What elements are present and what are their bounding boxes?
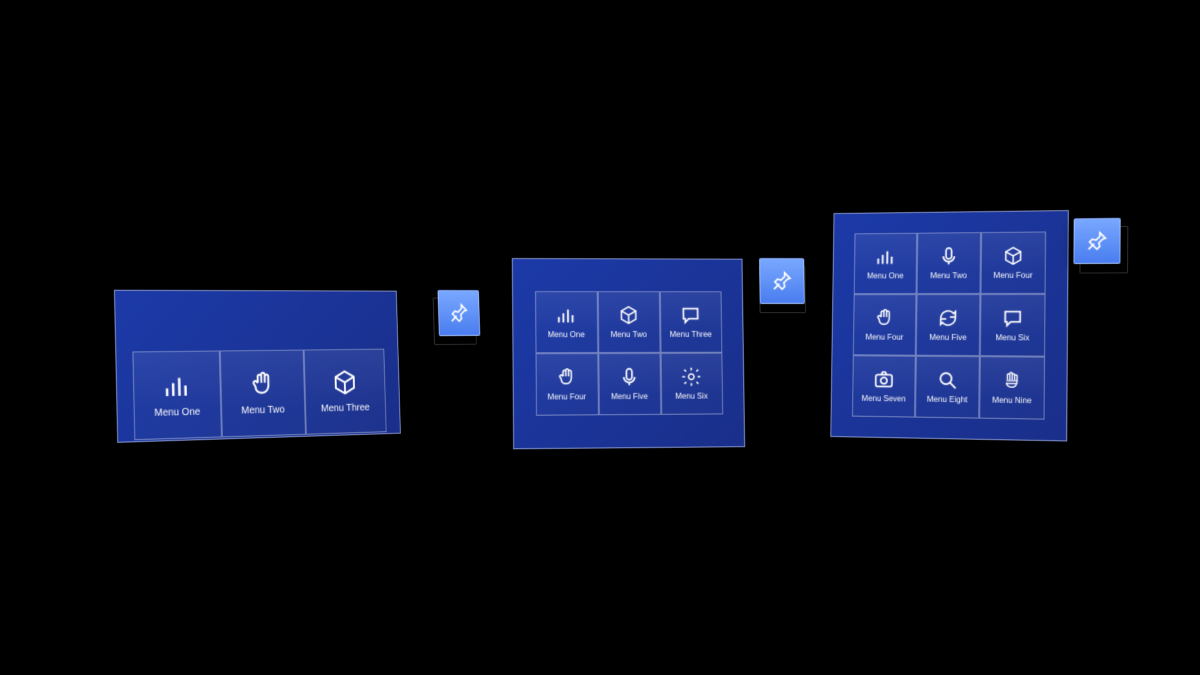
menu-panel-3: Menu One Menu Two Menu Four Menu Four Me… bbox=[830, 210, 1069, 441]
menu-label: Menu Four bbox=[547, 392, 586, 401]
panel-surface: Menu One Menu Two Menu Three Menu Four M… bbox=[512, 258, 745, 449]
menu-label: Menu Two bbox=[611, 330, 647, 339]
mic-icon bbox=[938, 245, 960, 267]
hand-mesh-icon bbox=[1001, 369, 1024, 391]
menu-item-six[interactable]: Menu Six bbox=[660, 353, 723, 415]
menu-label: Menu Three bbox=[321, 402, 370, 414]
pin-button-2[interactable] bbox=[759, 258, 805, 304]
menu-panel-2: Menu One Menu Two Menu Three Menu Four M… bbox=[512, 258, 745, 449]
hand-icon bbox=[556, 366, 578, 388]
cube-icon bbox=[618, 304, 640, 326]
menu-item-one[interactable]: Menu One bbox=[854, 233, 918, 294]
hand-icon bbox=[874, 307, 896, 329]
menu-item-four-b[interactable]: Menu Four bbox=[853, 294, 917, 356]
menu-item-three[interactable]: Menu Three bbox=[303, 349, 386, 435]
menu-item-four-a[interactable]: Menu Four bbox=[980, 231, 1046, 294]
pin-button-3[interactable] bbox=[1073, 218, 1120, 264]
search-icon bbox=[936, 368, 958, 390]
menu-grid: Menu One Menu Two Menu Four Menu Four Me… bbox=[852, 231, 1046, 419]
menu-label: Menu Five bbox=[929, 332, 966, 341]
menu-label: Menu Six bbox=[995, 333, 1029, 342]
menu-grid: Menu One Menu Two Menu Three bbox=[132, 349, 386, 441]
menu-grid: Menu One Menu Two Menu Three Menu Four M… bbox=[535, 291, 723, 416]
pin-icon bbox=[771, 270, 793, 292]
menu-label: Menu Two bbox=[241, 404, 285, 416]
menu-label: Menu Seven bbox=[862, 393, 906, 403]
menu-item-one[interactable]: Menu One bbox=[535, 291, 598, 353]
pin-button-1[interactable] bbox=[438, 290, 481, 336]
menu-item-two[interactable]: Menu Two bbox=[917, 232, 982, 294]
menu-label: Menu One bbox=[548, 330, 585, 339]
menu-label: Menu Two bbox=[930, 271, 967, 280]
bar-chart-icon bbox=[555, 304, 577, 326]
menu-panel-1: Menu One Menu Two Menu Three bbox=[114, 290, 401, 443]
menu-label: Menu Four bbox=[993, 270, 1032, 279]
panel-surface: Menu One Menu Two Menu Three bbox=[114, 290, 401, 443]
menu-item-two[interactable]: Menu Two bbox=[219, 350, 305, 438]
menu-label: Menu Eight bbox=[927, 394, 968, 404]
camera-icon bbox=[873, 368, 895, 390]
mic-icon bbox=[618, 365, 640, 387]
pin-icon bbox=[449, 302, 469, 324]
menu-item-seven[interactable]: Menu Seven bbox=[852, 355, 916, 417]
bar-chart-icon bbox=[162, 370, 192, 401]
pin-icon bbox=[1086, 230, 1109, 252]
menu-item-one[interactable]: Menu One bbox=[132, 350, 222, 440]
hand-icon bbox=[248, 368, 277, 399]
menu-item-eight[interactable]: Menu Eight bbox=[915, 356, 980, 419]
menu-label: Menu Four bbox=[865, 332, 903, 341]
menu-label: Menu Six bbox=[675, 391, 708, 400]
menu-item-four[interactable]: Menu Four bbox=[535, 353, 598, 416]
menu-item-six[interactable]: Menu Six bbox=[980, 294, 1046, 357]
bar-chart-icon bbox=[875, 245, 897, 267]
menu-item-three[interactable]: Menu Three bbox=[659, 291, 721, 353]
menu-item-five[interactable]: Menu Five bbox=[916, 294, 981, 356]
scene: Menu One Menu Two Menu Three bbox=[0, 0, 1200, 675]
refresh-icon bbox=[937, 307, 959, 329]
menu-label: Menu Five bbox=[611, 391, 648, 400]
menu-label: Menu One bbox=[154, 406, 200, 418]
menu-label: Menu One bbox=[867, 271, 904, 280]
panel-surface: Menu One Menu Two Menu Four Menu Four Me… bbox=[830, 210, 1069, 441]
menu-item-two[interactable]: Menu Two bbox=[597, 291, 660, 353]
menu-item-nine[interactable]: Menu Nine bbox=[979, 356, 1045, 419]
chat-icon bbox=[1001, 307, 1024, 329]
cube-icon bbox=[331, 367, 359, 397]
menu-item-five[interactable]: Menu Five bbox=[598, 353, 661, 415]
gear-icon bbox=[680, 365, 702, 387]
cube-icon bbox=[1002, 244, 1025, 266]
menu-label: Menu Three bbox=[670, 329, 712, 338]
menu-label: Menu Nine bbox=[992, 395, 1032, 405]
chat-icon bbox=[680, 304, 702, 326]
